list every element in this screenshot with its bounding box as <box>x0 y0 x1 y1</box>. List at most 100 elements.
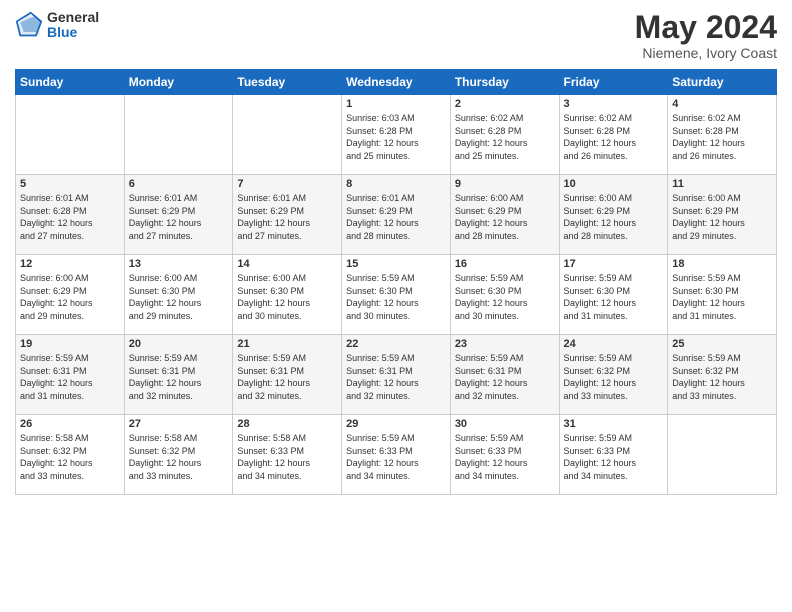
week-row-4: 26 Sunrise: 5:58 AM Sunset: 6:32 PM Dayli… <box>16 415 777 495</box>
day-number-19: 19 <box>20 338 120 350</box>
header: General Blue May 2024 Niemene, Ivory Coa… <box>15 10 777 61</box>
day-number-12: 12 <box>20 258 120 270</box>
day-info-4: Sunrise: 6:02 AM Sunset: 6:28 PM Dayligh… <box>672 112 772 162</box>
page: General Blue May 2024 Niemene, Ivory Coa… <box>0 0 792 612</box>
day-info-25: Sunrise: 5:59 AM Sunset: 6:32 PM Dayligh… <box>672 352 772 402</box>
calendar-cell-2-1: 13Sunrise: 6:00 AM Sunset: 6:30 PM Dayli… <box>124 255 233 335</box>
day-number-4: 4 <box>672 98 772 110</box>
logo-text: General Blue <box>47 10 99 41</box>
day-number-7: 7 <box>237 178 337 190</box>
calendar-cell-2-3: 15 Sunrise: 5:59 AM Sunset: 6:30 PM Dayli… <box>342 255 451 335</box>
day-info-7: Sunrise: 6:01 AM Sunset: 6:29 PM Dayligh… <box>237 192 337 242</box>
calendar-cell-2-2: 14 Sunrise: 6:00 AM Sunset: 6:30 PM Dayli… <box>233 255 342 335</box>
day-info-30: Sunrise: 5:59 AM Sunset: 6:33 PM Dayligh… <box>455 432 555 482</box>
day-info-9: Sunrise: 6:00 AM Sunset: 6:29 PM Dayligh… <box>455 192 555 242</box>
header-thursday: Thursday <box>450 70 559 95</box>
day-number-10: 10 <box>564 178 664 190</box>
calendar-cell-3-5: 24 Sunrise: 5:59 AM Sunset: 6:32 PM Dayli… <box>559 335 668 415</box>
week-row-2: 12Sunrise: 6:00 AM Sunset: 6:29 PM Dayli… <box>16 255 777 335</box>
calendar-cell-4-6 <box>668 415 777 495</box>
day-number-27: 27 <box>129 418 229 430</box>
title-block: May 2024 Niemene, Ivory Coast <box>635 10 777 61</box>
calendar-cell-0-4: 2 Sunrise: 6:02 AM Sunset: 6:28 PM Daylig… <box>450 95 559 175</box>
day-number-23: 23 <box>455 338 555 350</box>
week-row-3: 19 Sunrise: 5:59 AM Sunset: 6:31 PM Dayli… <box>16 335 777 415</box>
day-number-8: 8 <box>346 178 446 190</box>
day-number-9: 9 <box>455 178 555 190</box>
day-info-18: Sunrise: 5:59 AM Sunset: 6:30 PM Dayligh… <box>672 272 772 322</box>
calendar-cell-0-0 <box>16 95 125 175</box>
calendar-cell-4-0: 26 Sunrise: 5:58 AM Sunset: 6:32 PM Dayli… <box>16 415 125 495</box>
day-number-11: 11 <box>672 178 772 190</box>
calendar-cell-1-0: 5Sunrise: 6:01 AM Sunset: 6:28 PM Daylig… <box>16 175 125 255</box>
day-info-8: Sunrise: 6:01 AM Sunset: 6:29 PM Dayligh… <box>346 192 446 242</box>
day-info-11: Sunrise: 6:00 AM Sunset: 6:29 PM Dayligh… <box>672 192 772 242</box>
header-friday: Friday <box>559 70 668 95</box>
calendar-cell-4-4: 30 Sunrise: 5:59 AM Sunset: 6:33 PM Dayli… <box>450 415 559 495</box>
day-number-26: 26 <box>20 418 120 430</box>
day-number-17: 17 <box>564 258 664 270</box>
calendar-cell-4-2: 28Sunrise: 5:58 AM Sunset: 6:33 PM Dayli… <box>233 415 342 495</box>
calendar-cell-1-2: 7 Sunrise: 6:01 AM Sunset: 6:29 PM Daylig… <box>233 175 342 255</box>
logo-icon <box>15 11 43 39</box>
location-text: Niemene, Ivory Coast <box>635 45 777 61</box>
day-info-26: Sunrise: 5:58 AM Sunset: 6:32 PM Dayligh… <box>20 432 120 482</box>
week-row-0: 1 Sunrise: 6:03 AM Sunset: 6:28 PM Daylig… <box>16 95 777 175</box>
day-number-29: 29 <box>346 418 446 430</box>
day-number-25: 25 <box>672 338 772 350</box>
calendar-cell-4-1: 27 Sunrise: 5:58 AM Sunset: 6:32 PM Dayli… <box>124 415 233 495</box>
week-row-1: 5Sunrise: 6:01 AM Sunset: 6:28 PM Daylig… <box>16 175 777 255</box>
day-number-14: 14 <box>237 258 337 270</box>
day-number-28: 28 <box>237 418 337 430</box>
day-number-16: 16 <box>455 258 555 270</box>
day-info-17: Sunrise: 5:59 AM Sunset: 6:30 PM Dayligh… <box>564 272 664 322</box>
day-info-15: Sunrise: 5:59 AM Sunset: 6:30 PM Dayligh… <box>346 272 446 322</box>
day-info-20: Sunrise: 5:59 AM Sunset: 6:31 PM Dayligh… <box>129 352 229 402</box>
calendar-cell-1-1: 6 Sunrise: 6:01 AM Sunset: 6:29 PM Daylig… <box>124 175 233 255</box>
logo-general-text: General <box>47 10 99 25</box>
calendar-cell-1-3: 8 Sunrise: 6:01 AM Sunset: 6:29 PM Daylig… <box>342 175 451 255</box>
calendar-cell-0-3: 1 Sunrise: 6:03 AM Sunset: 6:28 PM Daylig… <box>342 95 451 175</box>
day-info-14: Sunrise: 6:00 AM Sunset: 6:30 PM Dayligh… <box>237 272 337 322</box>
day-info-22: Sunrise: 5:59 AM Sunset: 6:31 PM Dayligh… <box>346 352 446 402</box>
day-info-24: Sunrise: 5:59 AM Sunset: 6:32 PM Dayligh… <box>564 352 664 402</box>
header-sunday: Sunday <box>16 70 125 95</box>
day-info-31: Sunrise: 5:59 AM Sunset: 6:33 PM Dayligh… <box>564 432 664 482</box>
day-info-13: Sunrise: 6:00 AM Sunset: 6:30 PM Dayligh… <box>129 272 229 322</box>
day-info-1: Sunrise: 6:03 AM Sunset: 6:28 PM Dayligh… <box>346 112 446 162</box>
day-info-10: Sunrise: 6:00 AM Sunset: 6:29 PM Dayligh… <box>564 192 664 242</box>
day-info-21: Sunrise: 5:59 AM Sunset: 6:31 PM Dayligh… <box>237 352 337 402</box>
header-tuesday: Tuesday <box>233 70 342 95</box>
calendar-cell-3-3: 22 Sunrise: 5:59 AM Sunset: 6:31 PM Dayli… <box>342 335 451 415</box>
day-number-24: 24 <box>564 338 664 350</box>
day-number-1: 1 <box>346 98 446 110</box>
calendar-cell-2-5: 17 Sunrise: 5:59 AM Sunset: 6:30 PM Dayli… <box>559 255 668 335</box>
calendar-cell-3-4: 23 Sunrise: 5:59 AM Sunset: 6:31 PM Dayli… <box>450 335 559 415</box>
day-number-15: 15 <box>346 258 446 270</box>
weekday-header-row: Sunday Monday Tuesday Wednesday Thursday… <box>16 70 777 95</box>
calendar-cell-0-2 <box>233 95 342 175</box>
calendar-cell-1-6: 11 Sunrise: 6:00 AM Sunset: 6:29 PM Dayli… <box>668 175 777 255</box>
calendar-cell-3-0: 19Sunrise: 5:59 AM Sunset: 6:31 PM Dayli… <box>16 335 125 415</box>
calendar-cell-3-6: 25 Sunrise: 5:59 AM Sunset: 6:32 PM Dayli… <box>668 335 777 415</box>
day-info-23: Sunrise: 5:59 AM Sunset: 6:31 PM Dayligh… <box>455 352 555 402</box>
day-number-22: 22 <box>346 338 446 350</box>
day-info-16: Sunrise: 5:59 AM Sunset: 6:30 PM Dayligh… <box>455 272 555 322</box>
day-number-2: 2 <box>455 98 555 110</box>
day-info-6: Sunrise: 6:01 AM Sunset: 6:29 PM Dayligh… <box>129 192 229 242</box>
day-number-3: 3 <box>564 98 664 110</box>
day-number-21: 21 <box>237 338 337 350</box>
day-number-18: 18 <box>672 258 772 270</box>
logo: General Blue <box>15 10 99 41</box>
calendar-cell-3-1: 20Sunrise: 5:59 AM Sunset: 6:31 PM Dayli… <box>124 335 233 415</box>
header-wednesday: Wednesday <box>342 70 451 95</box>
calendar-cell-3-2: 21 Sunrise: 5:59 AM Sunset: 6:31 PM Dayli… <box>233 335 342 415</box>
calendar-cell-0-6: 4 Sunrise: 6:02 AM Sunset: 6:28 PM Daylig… <box>668 95 777 175</box>
day-info-27: Sunrise: 5:58 AM Sunset: 6:32 PM Dayligh… <box>129 432 229 482</box>
day-number-30: 30 <box>455 418 555 430</box>
day-info-29: Sunrise: 5:59 AM Sunset: 6:33 PM Dayligh… <box>346 432 446 482</box>
day-number-6: 6 <box>129 178 229 190</box>
day-number-31: 31 <box>564 418 664 430</box>
day-info-2: Sunrise: 6:02 AM Sunset: 6:28 PM Dayligh… <box>455 112 555 162</box>
logo-blue-text: Blue <box>47 25 99 40</box>
